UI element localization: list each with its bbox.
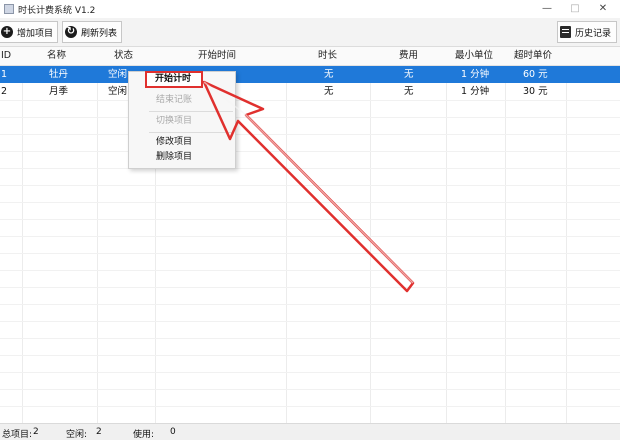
row-divider	[0, 355, 620, 356]
column-divider	[446, 47, 447, 423]
row-divider	[0, 304, 620, 305]
column-header-min-unit[interactable]: 最小单位	[455, 47, 493, 65]
menu-separator	[149, 132, 233, 133]
app-icon	[4, 4, 14, 14]
row-divider	[0, 321, 620, 322]
menu-item-delete-project[interactable]: 删除项目	[156, 150, 192, 164]
row-divider	[0, 253, 620, 254]
column-divider	[505, 47, 506, 423]
toolbar: + 增加项目 ↻ 刷新列表 历史记录	[0, 18, 620, 47]
cell-id: 2	[1, 86, 8, 97]
column-divider	[286, 47, 287, 423]
column-header-fee[interactable]: 费用	[399, 47, 418, 65]
row-divider	[0, 372, 620, 373]
menu-item-switch-project: 切换项目	[156, 116, 193, 126]
row-divider	[0, 389, 620, 390]
menu-item-edit-project[interactable]: 修改项目	[156, 135, 192, 149]
total-label: 总项目:	[2, 430, 33, 440]
column-divider	[97, 47, 98, 423]
used-label: 使用:	[133, 430, 155, 440]
window-title: 时长计费系统 V1.2	[18, 6, 96, 16]
document-icon	[560, 26, 571, 38]
cell-name: 月季	[49, 86, 69, 97]
cell-overtime-price: 30 元	[523, 86, 548, 97]
refresh-circle-icon: ↻	[65, 26, 77, 38]
cell-min-unit: 1 分钟	[461, 86, 490, 97]
cell-fee: 无	[404, 86, 414, 97]
cell-status: 空闲	[108, 69, 128, 80]
plus-circle-icon: +	[1, 26, 13, 38]
row-divider	[0, 219, 620, 220]
history-button[interactable]: 历史记录	[557, 21, 617, 43]
cell-overtime-price: 60 元	[523, 69, 548, 80]
project-table[interactable]: ID 名称 状态 开始时间 时长 费用 最小单位 超时单价 1 牡丹 空闲 无 …	[0, 47, 620, 423]
cell-min-unit: 1 分钟	[461, 69, 490, 80]
row-divider	[0, 151, 620, 152]
menu-item-end-billing: 结束记账	[156, 95, 193, 105]
idle-value: 2	[96, 427, 102, 437]
table-row[interactable]: 2 月季 空闲 无 无 1 分钟 30 元	[0, 83, 620, 100]
column-header-start-time[interactable]: 开始时间	[198, 47, 236, 65]
used-value: 0	[170, 427, 176, 437]
column-divider	[22, 47, 23, 423]
row-divider	[0, 168, 620, 169]
maximize-button[interactable]: □	[561, 0, 589, 18]
cell-id: 1	[1, 69, 8, 80]
cell-fee: 无	[404, 69, 414, 80]
table-row[interactable]: 1 牡丹 空闲 无 无 1 分钟 60 元	[0, 66, 620, 83]
add-project-label: 增加项目	[17, 28, 54, 39]
total-value: 2	[33, 427, 39, 437]
column-header-overtime-price[interactable]: 超时单价	[514, 47, 552, 65]
status-bar: 总项目: 2 空闲: 2 使用: 0	[0, 423, 620, 440]
row-divider	[0, 270, 620, 271]
table-header: ID 名称 状态 开始时间 时长 费用 最小单位 超时单价	[0, 47, 620, 66]
history-label: 历史记录	[575, 28, 612, 39]
title-bar: 时长计费系统 V1.2 — □ ✕	[0, 0, 620, 18]
idle-label: 空闲:	[66, 430, 88, 440]
row-divider	[0, 185, 620, 186]
row-divider	[0, 202, 620, 203]
column-header-name[interactable]: 名称	[47, 47, 66, 65]
row-divider	[0, 287, 620, 288]
add-project-button[interactable]: + 增加项目	[0, 21, 58, 43]
cell-duration: 无	[324, 69, 334, 80]
row-divider	[0, 117, 620, 118]
row-divider	[0, 134, 620, 135]
refresh-list-label: 刷新列表	[81, 28, 118, 39]
column-divider	[566, 47, 567, 423]
row-divider	[0, 236, 620, 237]
cell-duration: 无	[324, 86, 334, 97]
menu-item-start-timing-highlighted[interactable]: 开始计时	[155, 72, 191, 86]
menu-separator	[149, 111, 233, 112]
close-button[interactable]: ✕	[589, 0, 617, 18]
refresh-list-button[interactable]: ↻ 刷新列表	[62, 21, 122, 43]
minimize-button[interactable]: —	[533, 0, 561, 18]
cell-name: 牡丹	[49, 69, 69, 80]
column-divider	[370, 47, 371, 423]
column-header-status[interactable]: 状态	[114, 47, 133, 65]
column-header-duration[interactable]: 时长	[318, 47, 337, 65]
column-header-id[interactable]: ID	[1, 47, 11, 65]
row-divider	[0, 406, 620, 407]
cell-status: 空闲	[108, 86, 128, 97]
row-divider	[0, 338, 620, 339]
